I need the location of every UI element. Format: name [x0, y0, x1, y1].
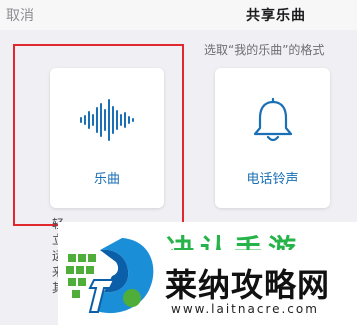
- navigation-bar: 取消 共享乐曲: [0, 0, 357, 30]
- ringtone-format-card[interactable]: 电话铃声: [215, 68, 330, 208]
- brand-logo-icon: [66, 238, 154, 314]
- banner-top-text: 决认手游: [166, 233, 303, 250]
- format-prompt: 选取“我的乐曲”的格式: [204, 43, 325, 57]
- selection-highlight-box: [13, 44, 184, 226]
- bell-icon: [253, 98, 293, 142]
- page-title: 共享乐曲: [246, 8, 306, 24]
- ringtone-card-label: 电话铃声: [246, 172, 299, 187]
- brand-url: www.laitnacre.com: [171, 302, 319, 316]
- cancel-button[interactable]: 取消: [6, 5, 34, 25]
- brand-name: 莱纳攻略网: [165, 266, 331, 304]
- watermark-banner: 决认手游 莱纳攻略网 www.laitnacre.com: [58, 222, 357, 325]
